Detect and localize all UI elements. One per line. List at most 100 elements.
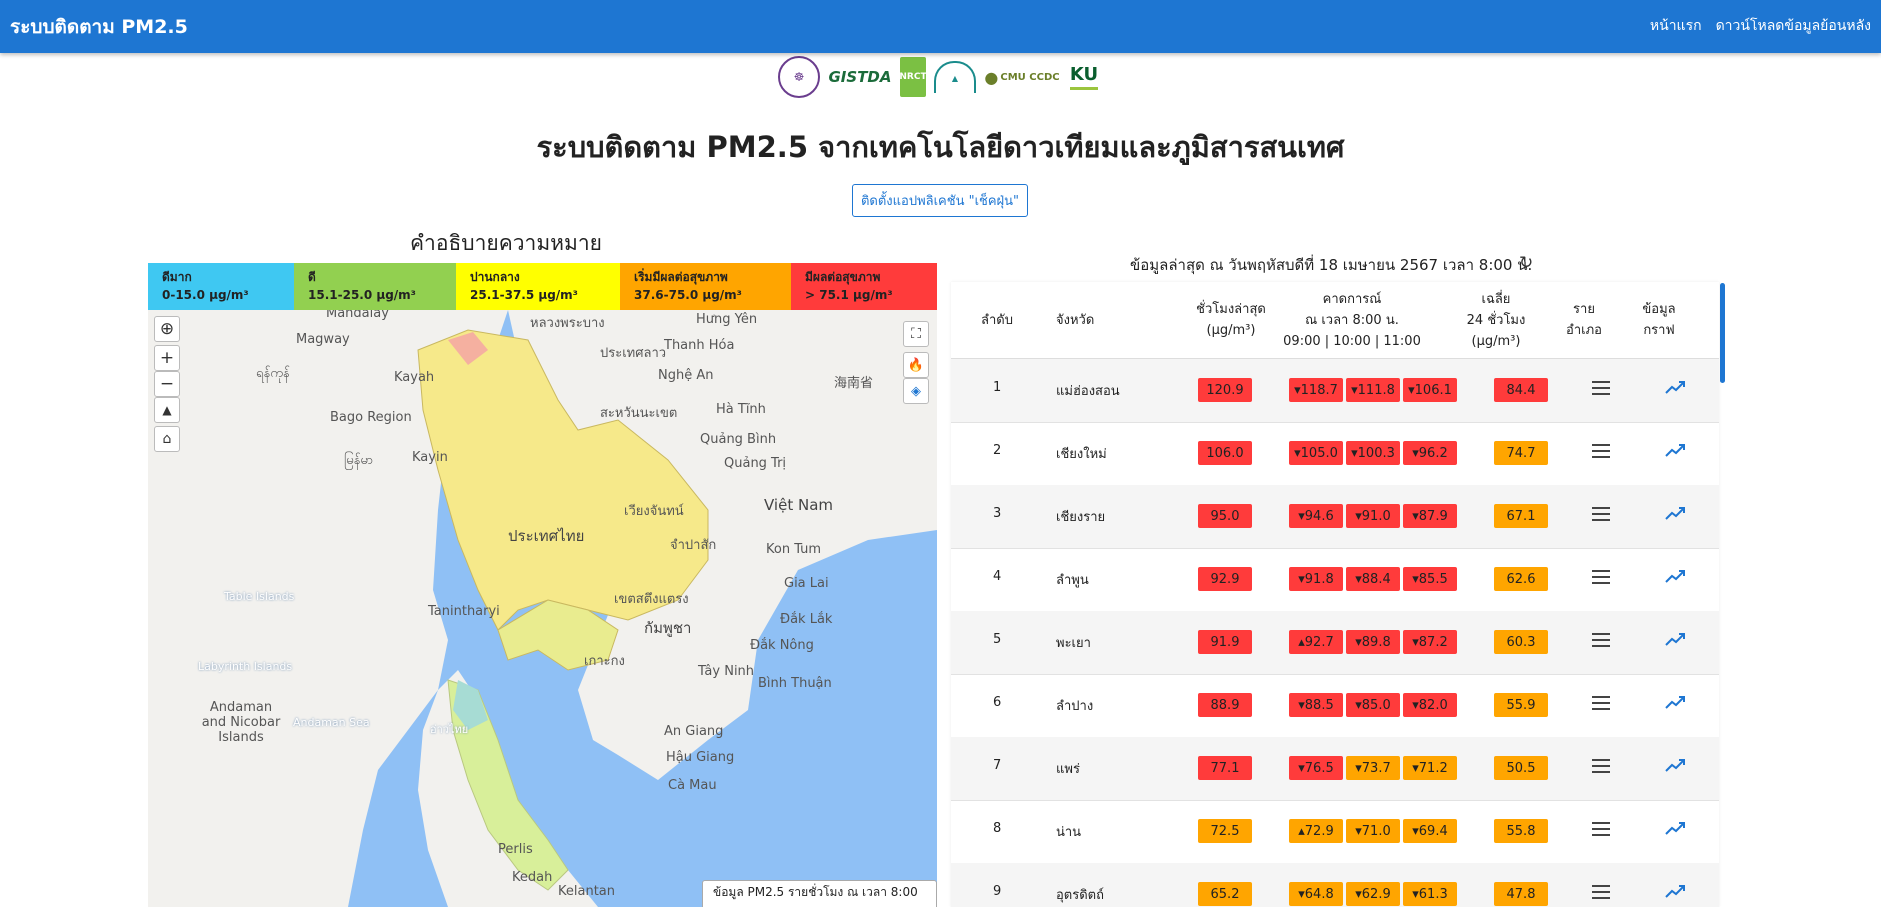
nrct-logo: NRCT — [899, 57, 927, 97]
avg-value-badge: 74.7 — [1494, 441, 1548, 465]
line-chart-icon[interactable] — [1665, 631, 1685, 647]
latest-value-badge: 77.1 — [1198, 756, 1252, 780]
table-row: 9 อุตรดิตถ์ 65.2 ▾64.8 ▾62.9 ▾61.3 47.8 — [951, 863, 1719, 907]
line-chart-icon[interactable] — [1665, 442, 1685, 458]
list-icon[interactable] — [1592, 381, 1610, 395]
avg-value-badge: 50.5 — [1494, 756, 1548, 780]
install-app-button[interactable]: ติดตั้งแอปพลิเคชัน "เช็คฝุ่น" — [852, 184, 1028, 217]
island — [236, 493, 250, 507]
plus-icon[interactable]: + — [154, 345, 180, 371]
table-row: 5 พะเยา 91.9 ▴92.7 ▾89.8 ▾87.2 60.3 — [951, 611, 1719, 675]
map-label: Labyrinth Islands — [198, 660, 293, 673]
map-label: หลวงพระบาง — [530, 316, 605, 331]
latest-value-badge: 95.0 — [1198, 504, 1252, 528]
nav-download-link[interactable]: ดาวน์โหลดข้อมูลย้อนหลัง — [1716, 15, 1871, 37]
refresh-icon[interactable]: ↻ — [1519, 253, 1533, 273]
legend-moderate: ปานกลาง 25.1-37.5 µg/m³ — [456, 263, 620, 310]
col-forecast: คาดการณ์ณ เวลา 8:00 น. 09:00 | 10:00 | 11… — [1283, 292, 1421, 349]
list-icon[interactable] — [1592, 822, 1610, 836]
forecast-badge: ▾91.8 — [1289, 567, 1343, 591]
map-label: Table Islands — [224, 590, 295, 603]
list-icon[interactable] — [1592, 885, 1610, 899]
nav-links: หน้าแรก ดาวน์โหลดข้อมูลย้อนหลัง — [1650, 15, 1871, 37]
map-label: Việt Nam — [764, 496, 834, 514]
province-cell: ลำปาง — [1056, 699, 1094, 714]
avg-value-badge: 60.3 — [1494, 630, 1548, 654]
map-label: Hà Tĩnh — [716, 402, 766, 417]
list-icon[interactable] — [1592, 507, 1610, 521]
nav-home-link[interactable]: หน้าแรก — [1650, 15, 1702, 37]
latest-value-badge: 92.9 — [1198, 567, 1252, 591]
table-row: 4 ลำพูน 92.9 ▾91.8 ▾88.4 ▾85.5 62.6 — [951, 548, 1719, 612]
map-label: Đắk Nông — [750, 638, 814, 653]
line-chart-icon[interactable] — [1665, 883, 1685, 899]
layers-icon[interactable]: ◈ — [903, 378, 929, 404]
forecast-badge: ▾88.5 — [1289, 693, 1343, 717]
map-label: Kedah — [512, 870, 553, 885]
rank-cell: 1 — [993, 380, 1002, 395]
line-chart-icon[interactable] — [1665, 379, 1685, 395]
list-icon[interactable] — [1592, 759, 1610, 773]
col-province: จังหวัด — [1056, 313, 1095, 328]
line-chart-icon[interactable] — [1665, 505, 1685, 521]
fire-icon[interactable]: 🔥 — [903, 352, 929, 378]
map-label: Bình Thuận — [758, 676, 832, 691]
map-label: Thanh Hóa — [664, 338, 735, 353]
list-icon[interactable] — [1592, 570, 1610, 584]
forecast-badge: ▾76.5 — [1289, 756, 1343, 780]
minus-icon[interactable]: − — [154, 371, 180, 397]
list-icon[interactable] — [1592, 444, 1610, 458]
table-row: 6 ลำปาง 88.9 ▾88.5 ▾85.0 ▾82.0 55.9 — [951, 674, 1719, 738]
table-row: 1 แม่ฮ่องสอน 120.9 ▾118.7 ▾111.8 ▾106.1 84.4 — [951, 359, 1719, 423]
map-label: เวียงจันทน์ — [624, 504, 684, 519]
map-label: ประเทศไทย — [508, 527, 585, 545]
line-chart-icon[interactable] — [1665, 757, 1685, 773]
map-label: สะหวันนะเขต — [600, 406, 678, 421]
table-row: 8 น่าน 72.5 ▴72.9 ▾71.0 ▾69.4 55.8 — [951, 800, 1719, 864]
province-cell: เชียงใหม่ — [1056, 447, 1107, 462]
map-label: Tanintharyi — [428, 604, 500, 619]
forecast-badge: ▾88.4 — [1346, 567, 1400, 591]
brand-title[interactable]: ระบบติดตาม PM2.5 — [10, 12, 188, 42]
partner-logos: ☸ GISTDA NRCT ▲ ● CMU CCDC KU — [778, 56, 1100, 98]
line-chart-icon[interactable] — [1665, 694, 1685, 710]
forecast-badge: ▾105.0 — [1289, 441, 1343, 465]
ministry-logo: ☸ — [778, 56, 820, 98]
avg-value-badge: 47.8 — [1494, 882, 1548, 906]
forecast-badge: ▾73.7 — [1346, 756, 1400, 780]
forecast-badge: ▾100.3 — [1346, 441, 1400, 465]
map-label: Bago Region — [330, 410, 412, 425]
legend-unhealthy: มีผลต่อสุขภาพ > 75.1 µg/m³ — [791, 263, 937, 310]
map-label: Kayah — [394, 370, 435, 385]
compass-icon[interactable]: ▲ — [154, 397, 180, 423]
col-rank: ลำดับ — [981, 313, 1013, 328]
fullscreen-icon[interactable]: ⛶ — [903, 321, 929, 347]
forecast-badge: ▾106.1 — [1403, 378, 1457, 402]
col-district: ราย อำเภอ — [1566, 302, 1602, 338]
rank-cell: 4 — [993, 569, 1002, 584]
line-chart-icon[interactable] — [1665, 568, 1685, 584]
map-label: Cà Mau — [668, 778, 717, 793]
map-label: ရန်ကုန် — [256, 366, 290, 381]
legend-unhealthy-sensitive: เริ่มมีผลต่อสุขภาพ 37.6-75.0 µg/m³ — [620, 263, 791, 310]
table-scrollbar[interactable] — [1720, 283, 1725, 383]
map-label: An Giang — [664, 724, 724, 739]
pm25-map[interactable]: ⊕ + − ▲ ⌂ ⛶ 🔥 ◈ Mandalay Magway ရန်ကုန် … — [148, 310, 937, 907]
line-chart-icon[interactable] — [1665, 820, 1685, 836]
forecast-badge: ▾82.0 — [1403, 693, 1457, 717]
table-row: 7 แพร่ 77.1 ▾76.5 ▾73.7 ▾71.2 50.5 — [951, 737, 1719, 801]
map-label: Quảng Trị — [724, 456, 787, 471]
list-icon[interactable] — [1592, 633, 1610, 647]
map-label: Hậu Giang — [666, 750, 735, 765]
latest-value-badge: 106.0 — [1198, 441, 1252, 465]
map-label: จำปาสัก — [670, 538, 717, 553]
crosshair-icon[interactable]: ⊕ — [154, 316, 180, 342]
map-label: กัมพูชา — [644, 619, 692, 637]
list-icon[interactable] — [1592, 696, 1610, 710]
map-label: Perlis — [498, 842, 533, 857]
map-label: Hưng Yên — [696, 312, 758, 327]
home-icon[interactable]: ⌂ — [154, 426, 180, 452]
legend-very-good: ดีมาก 0-15.0 µg/m³ — [148, 263, 294, 310]
ku-logo: KU — [1068, 57, 1100, 97]
department-logo: ▲ — [934, 61, 976, 93]
